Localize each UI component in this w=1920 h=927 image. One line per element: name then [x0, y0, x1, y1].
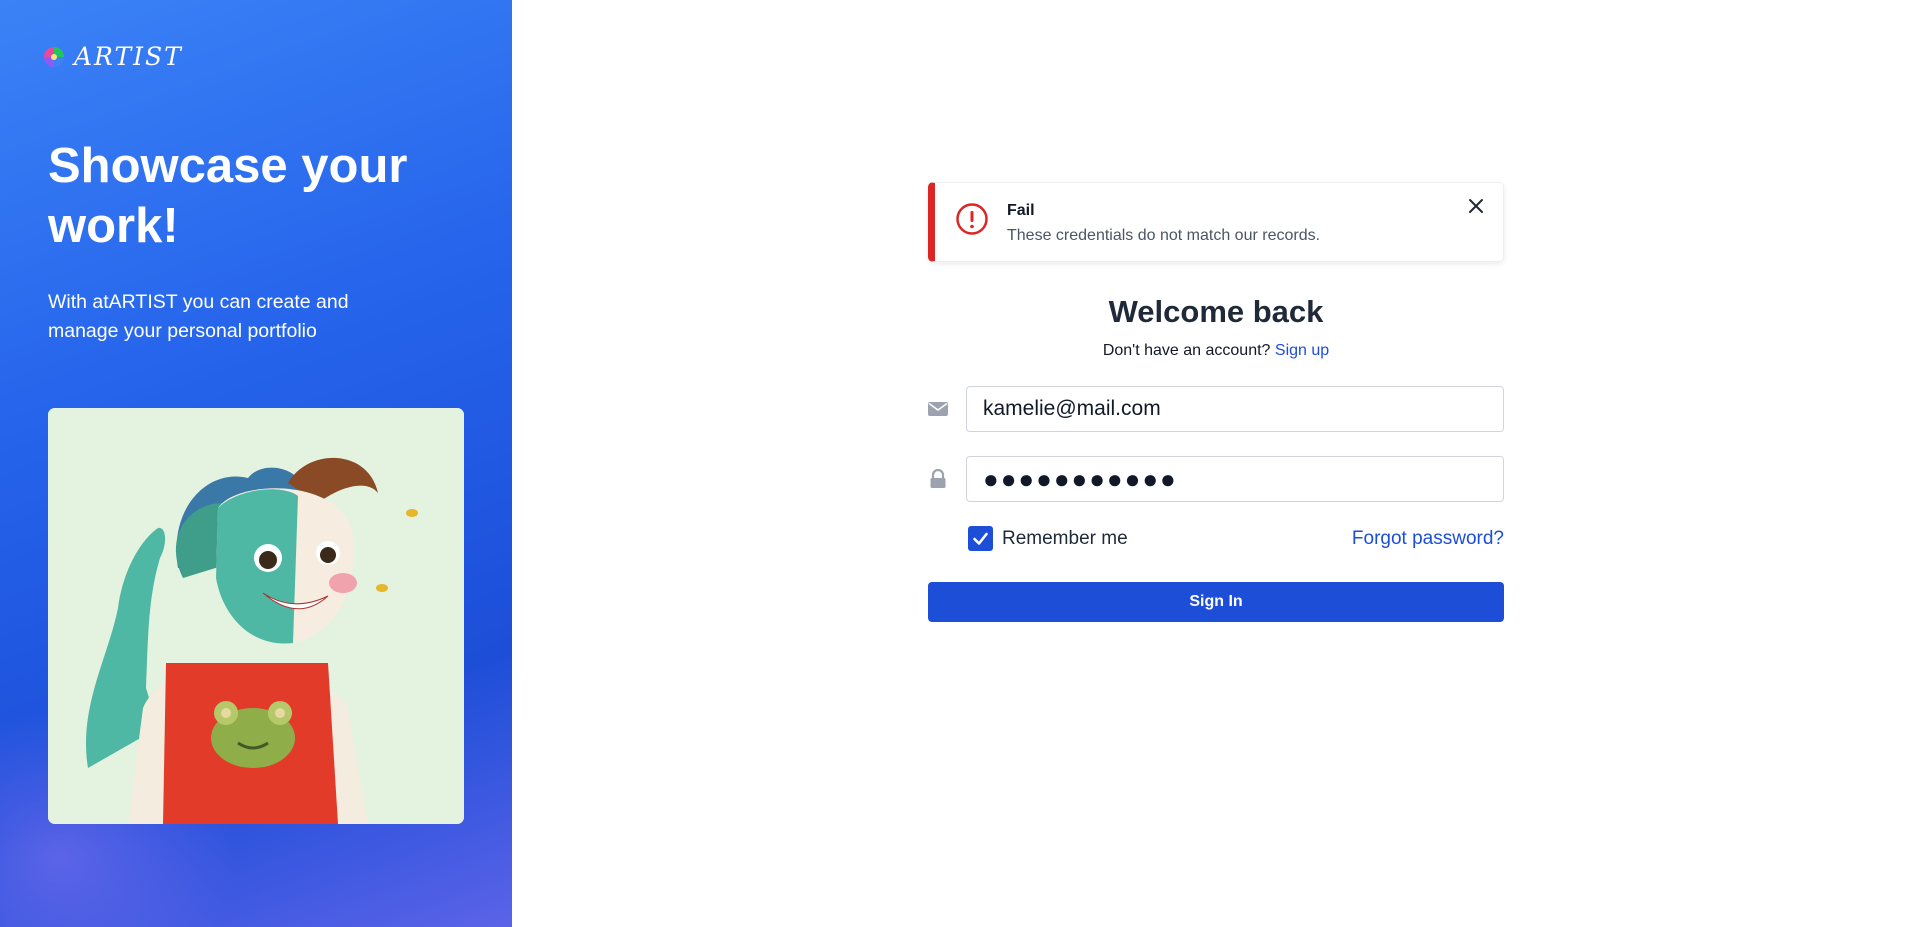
checkmark-icon: [973, 532, 988, 545]
logo-text: ARTIST: [74, 42, 183, 71]
branding-panel: ARTIST Showcase your work! With atARTIST…: [0, 0, 512, 927]
page-title: Welcome back: [1108, 294, 1324, 329]
artwork-image: [48, 408, 464, 824]
alert-close-button[interactable]: [1463, 193, 1489, 219]
alert-message: These credentials do not match our recor…: [1007, 227, 1321, 244]
remember-me-checkbox[interactable]: [968, 526, 993, 551]
error-alert: Fail These credentials do not match our …: [928, 182, 1504, 262]
alert-title: Fail: [1007, 202, 1035, 219]
forgot-password-link[interactable]: Forgot password?: [1352, 528, 1504, 550]
hero-subtitle: With atARTIST you can create and manage …: [48, 291, 349, 342]
lock-icon: [930, 469, 946, 488]
exclamation-circle-icon: [956, 203, 988, 235]
signup-prompt-text: Don't have an account?: [1102, 342, 1271, 359]
sign-in-button[interactable]: Sign In: [928, 582, 1504, 622]
remember-me-label[interactable]: Remember me: [1002, 528, 1128, 550]
hero-title: Showcase your work!: [48, 139, 408, 253]
email-field[interactable]: [966, 386, 1504, 432]
password-field[interactable]: [966, 456, 1504, 502]
email-row: [928, 386, 1504, 432]
signup-link[interactable]: Sign up: [1275, 342, 1329, 359]
signup-prompt: Don't have an account? Sign up: [928, 342, 1504, 360]
login-form: Fail These credentials do not match our …: [928, 182, 1504, 622]
password-row: [928, 456, 1504, 502]
close-icon: [1469, 199, 1483, 213]
envelope-icon: [928, 402, 948, 416]
options-row: Remember me Forgot password?: [928, 526, 1504, 552]
logo[interactable]: ARTIST: [42, 42, 183, 71]
logo-mark-icon: [44, 46, 64, 67]
